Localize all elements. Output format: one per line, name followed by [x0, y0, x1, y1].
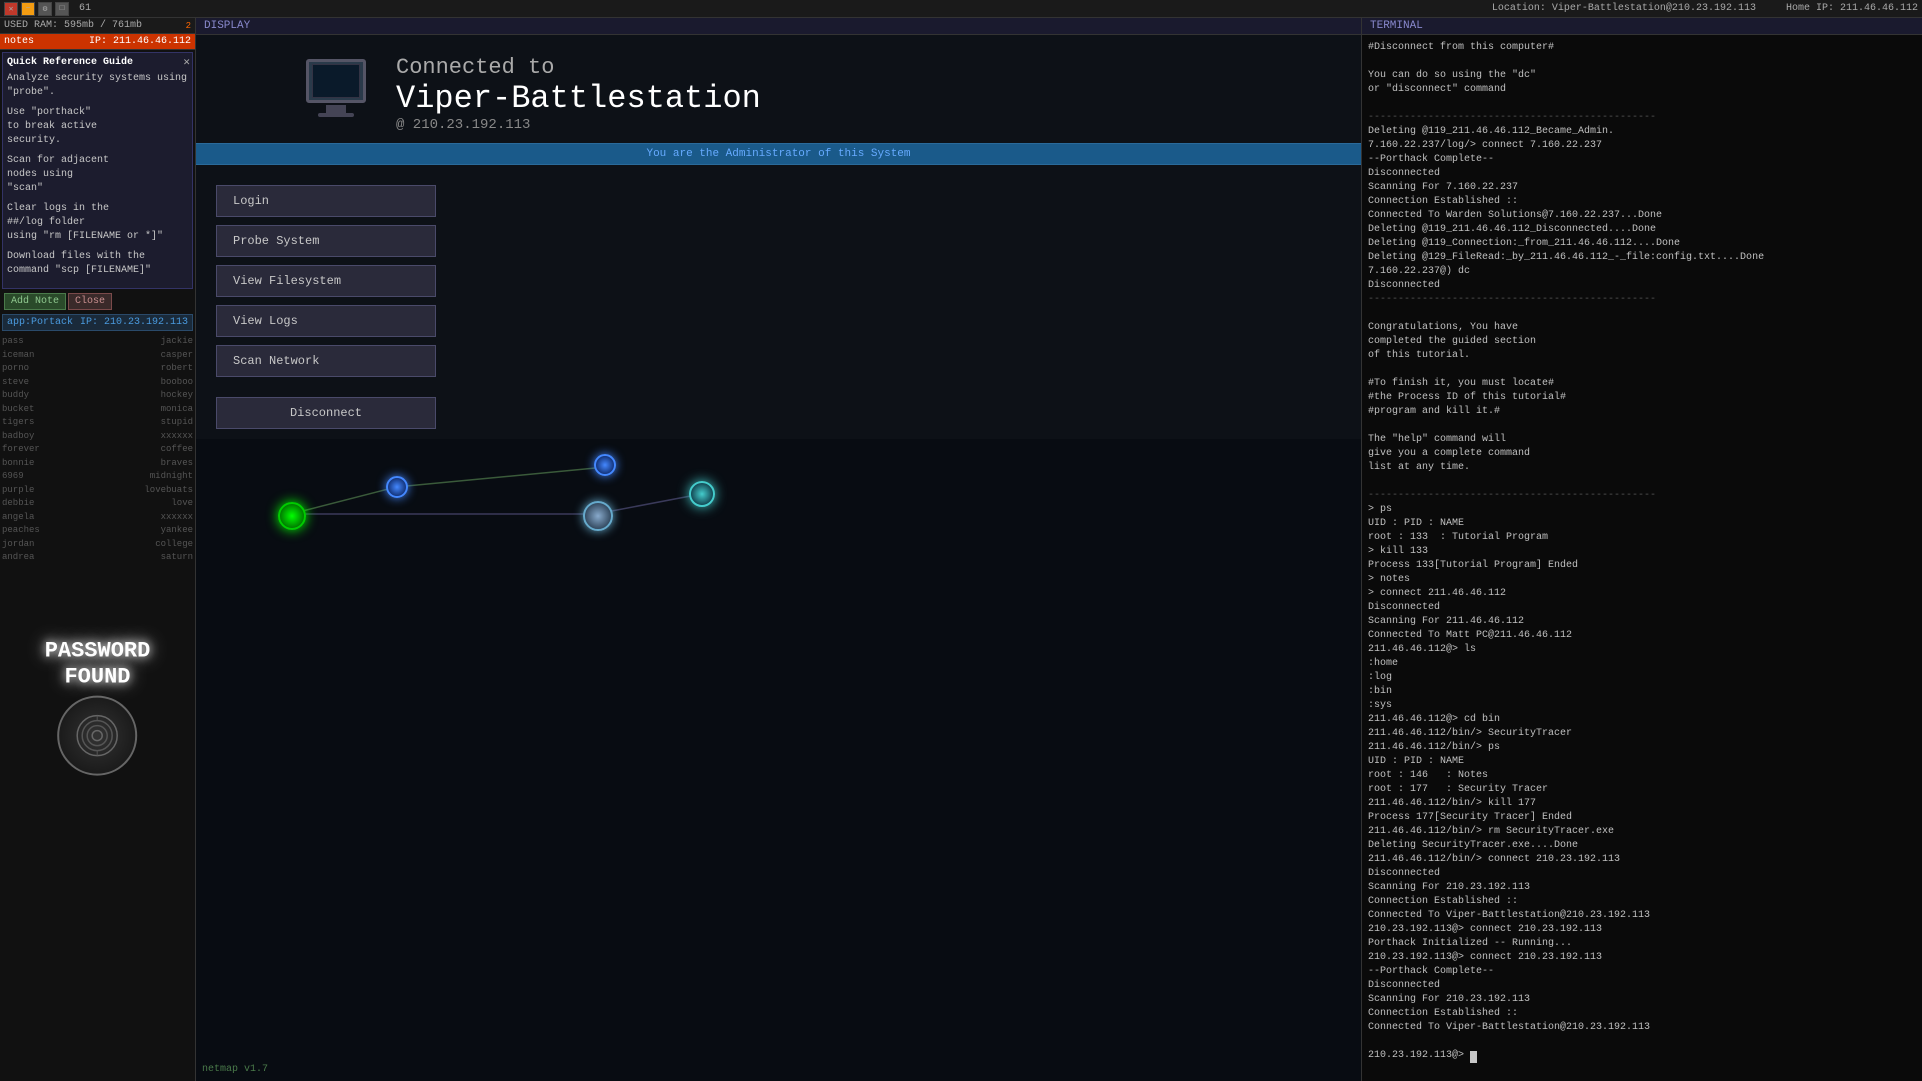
network-node-2[interactable]: [583, 501, 613, 531]
quick-ref-title: Quick Reference Guide: [7, 57, 188, 68]
password-found-overlay: PASSWORDFOUND: [45, 639, 151, 776]
location-label: Location: Viper-Battlestation@210.23.192…: [1492, 3, 1918, 14]
login-button[interactable]: Login: [216, 185, 436, 217]
app-title: 61: [79, 3, 91, 14]
notes-label: notes: [4, 36, 34, 47]
network-node-1[interactable]: [386, 476, 408, 498]
quick-ref-close-icon[interactable]: ✕: [183, 55, 190, 69]
terminal-header: TERMINAL: [1362, 18, 1922, 35]
network-map: netmap v1.7: [196, 439, 1361, 1081]
pw-row: badboyxxxxxx: [2, 430, 193, 444]
display-header: DISPLAY: [196, 18, 1361, 35]
pw-row: peachesyankee: [2, 524, 193, 538]
pw-row: andreasaturn: [2, 551, 193, 565]
target-ip: @ 210.23.192.113: [396, 117, 761, 133]
terminal-output[interactable]: Note: the wildcard "*" indicates "All". …: [1362, 35, 1922, 1081]
terminal-cursor: [1470, 1051, 1477, 1063]
left-panel: USED RAM: 595mb / 761mb 2 notes IP: 211.…: [0, 18, 196, 1081]
quick-ref-line3: Scan for adjacentnodes using"scan": [7, 154, 188, 196]
minimize-window-icon[interactable]: −: [21, 2, 35, 16]
connected-to-label: Connected to: [396, 55, 761, 80]
disconnect-button[interactable]: Disconnect: [216, 397, 436, 429]
pw-row: bucketmonica: [2, 403, 193, 417]
display-content: Connected to Viper-Battlestation @ 210.2…: [196, 35, 1361, 1081]
network-node-current[interactable]: [278, 502, 306, 530]
portack-ip-label: IP: 210.23.192.113: [80, 317, 188, 328]
pw-row: passjackie: [2, 335, 193, 349]
ram-label: USED RAM: 595mb / 761mb: [4, 20, 142, 31]
pw-row: forevercoffee: [2, 443, 193, 457]
connected-area: Connected to Viper-Battlestation @ 210.2…: [196, 35, 1361, 143]
quick-ref-line5: Download files with thecommand "scp [FIL…: [7, 250, 188, 278]
notes-bar: notes IP: 211.46.46.112: [0, 34, 195, 50]
pw-row: pornorobert: [2, 362, 193, 376]
network-node-3[interactable]: [689, 481, 715, 507]
probe-system-button[interactable]: Probe System: [216, 225, 436, 257]
pw-row: 6969midnight: [2, 470, 193, 484]
network-lines-svg: [196, 439, 1361, 1081]
monitor-base: [318, 113, 354, 117]
monitor: [306, 59, 366, 103]
connection-info: Connected to Viper-Battlestation @ 210.2…: [396, 55, 761, 133]
pw-row: jordancollege: [2, 538, 193, 552]
password-area: passjackie icemancasper pornorobert stev…: [0, 333, 195, 1081]
ram-bar: USED RAM: 595mb / 761mb 2: [0, 18, 195, 34]
quick-ref-line2: Use "porthack"to break activesecurity.: [7, 106, 188, 148]
pw-row: icemancasper: [2, 349, 193, 363]
close-window-icon[interactable]: ✕: [4, 2, 18, 16]
pw-row: debbielove: [2, 497, 193, 511]
pw-row: purplelovebuats: [2, 484, 193, 498]
monitor-stand: [326, 105, 346, 113]
password-found-text: PASSWORDFOUND: [45, 639, 151, 692]
mid-panel: DISPLAY Connected to Viper-Battlestation…: [196, 18, 1362, 1081]
pw-row: stevebooboo: [2, 376, 193, 390]
disconnect-area: Disconnect: [196, 397, 1361, 439]
window-controls[interactable]: ✕ − ⚙ □: [4, 2, 69, 16]
computer-icon: [296, 59, 376, 129]
action-buttons: Login Probe System View Filesystem View …: [196, 165, 456, 397]
pw-row: bonniebraves: [2, 457, 193, 471]
top-bar: ✕ − ⚙ □ 61 Location: Viper-Battlestation…: [0, 0, 1922, 18]
window-icon2[interactable]: □: [55, 2, 69, 16]
close-note-button[interactable]: Close: [68, 293, 112, 310]
quick-ref-line1: Analyze security systems using"probe".: [7, 72, 188, 100]
ram-count: 2: [186, 21, 191, 31]
terminal-panel: TERMINAL Note: the wildcard "*" indicate…: [1362, 18, 1922, 1081]
add-note-button[interactable]: Add Note: [4, 293, 66, 310]
view-logs-button[interactable]: View Logs: [216, 305, 436, 337]
note-buttons: Add Note Close: [0, 291, 195, 312]
quick-ref-line4: Clear logs in the##/log folderusing "rm …: [7, 202, 188, 244]
scan-network-button[interactable]: Scan Network: [216, 345, 436, 377]
network-node-4[interactable]: [594, 454, 616, 476]
fingerprint-icon: [58, 695, 138, 775]
view-filesystem-button[interactable]: View Filesystem: [216, 265, 436, 297]
netmap-version-label: netmap v1.7: [202, 1064, 268, 1075]
admin-status-bar: You are the Administrator of this System: [196, 143, 1361, 165]
portack-bar: app:Portack IP: 210.23.192.113: [2, 314, 193, 331]
settings-icon[interactable]: ⚙: [38, 2, 52, 16]
target-name: Viper-Battlestation: [396, 80, 761, 117]
terminal-text: Note: the wildcard "*" indicates "All". …: [1368, 35, 1764, 1061]
monitor-screen: [312, 64, 360, 98]
pw-row: tigersstupid: [2, 416, 193, 430]
notes-ip: IP: 211.46.46.112: [89, 36, 191, 47]
main-layout: USED RAM: 595mb / 761mb 2 notes IP: 211.…: [0, 18, 1922, 1081]
pw-row: angelaxxxxxx: [2, 511, 193, 525]
quick-reference-panel: Quick Reference Guide ✕ Analyze security…: [2, 52, 193, 289]
pw-row: buddyhockey: [2, 389, 193, 403]
portack-app-label: app:Portack: [7, 317, 73, 328]
